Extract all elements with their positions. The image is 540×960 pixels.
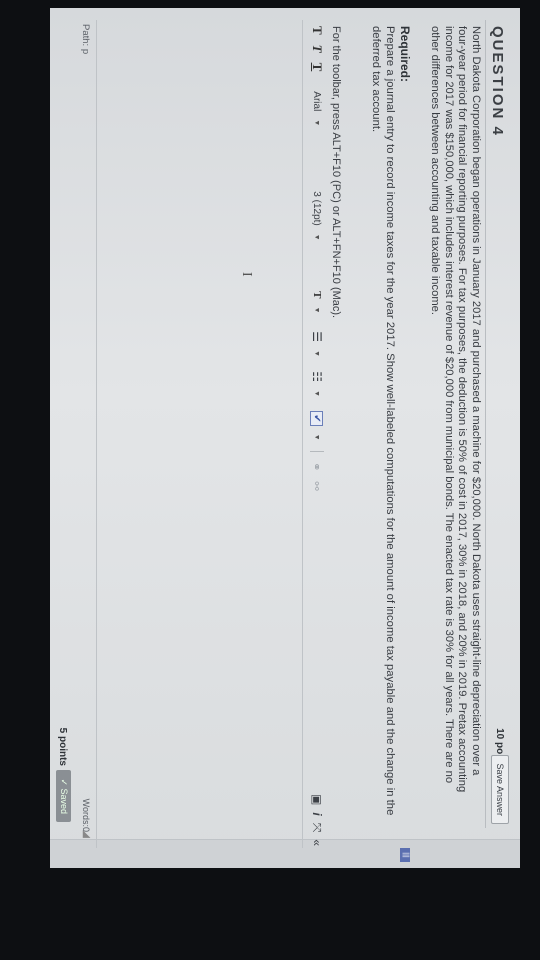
ordered-list-select[interactable]: ☷ ▼ [310, 371, 324, 401]
header-divider [485, 20, 486, 828]
bold-icon[interactable]: T [309, 26, 325, 35]
chevron-down-icon: ▼ [313, 433, 321, 441]
question-title: QUESTION 4 [489, 26, 506, 137]
required-text: Prepare a journal entry to record income… [370, 26, 397, 816]
unordered-list-select[interactable]: ☰ ▼ [310, 331, 324, 361]
next-question-points: 5 points [57, 727, 68, 766]
toolbar-hint: For the toolbar, press ALT+F10 (PC) or A… [330, 26, 342, 319]
saved-status-badge: ✓ Saved [56, 770, 71, 822]
preview-icon[interactable]: ▣ [310, 794, 324, 805]
chevron-down-icon: ▼ [313, 233, 321, 241]
link-icon[interactable]: ⚭ [311, 462, 324, 471]
toolbar-divider [310, 451, 324, 453]
text-color-icon: T [311, 291, 323, 299]
unordered-list-icon: ☰ [310, 331, 324, 343]
chevron-down-icon: ▼ [313, 119, 321, 127]
word-count: Words:0 [81, 798, 91, 832]
editor-path: Path: p [80, 24, 91, 55]
answer-editor[interactable]: I [96, 20, 303, 848]
unlink-icon[interactable]: ⚯ [311, 482, 324, 491]
text-color-select[interactable]: T ▼ [311, 291, 323, 321]
info-icon[interactable]: i [310, 812, 324, 815]
underline-icon[interactable]: T [309, 63, 325, 72]
toolbar-right-group: ▣ i ⤧ « [310, 794, 325, 846]
font-family-select[interactable]: Arial ▼ [312, 91, 323, 181]
spellcheck-icon: ✔ [310, 411, 324, 426]
chevron-down-icon: ▼ [313, 306, 321, 314]
ordered-list-icon: ☷ [310, 371, 324, 383]
italic-icon[interactable]: T [309, 45, 325, 53]
save-answer-button[interactable]: Save Answer [491, 755, 509, 824]
chevron-down-icon: ▼ [313, 350, 321, 357]
fullscreen-icon[interactable]: ⤧ [310, 823, 325, 833]
question-text: North Dakota Corporation began operation… [429, 26, 483, 793]
resize-icon[interactable]: ◢ [81, 830, 92, 838]
spellcheck-select[interactable]: ✔ ▼ [310, 411, 324, 441]
editor-toolbar: T T T Arial ▼ 3 (12pt) ▼ T ▼ ☰ ▼ ☷ ▼ ✔ ▼… [307, 26, 327, 846]
font-size-select[interactable]: 3 (12pt) ▼ [312, 191, 323, 281]
chevron-down-icon: ▼ [313, 390, 321, 397]
question-screen: ||| QUESTION 4 10 points Save Answer Nor… [50, 8, 520, 868]
font-family-value: Arial [311, 91, 323, 112]
font-size-value: 3 (12pt) [311, 191, 323, 226]
scroll-thumb[interactable]: ||| [400, 848, 410, 862]
required-label: Required: [398, 26, 412, 83]
collapse-icon[interactable]: « [310, 839, 324, 846]
text-cursor-icon: I [239, 272, 254, 277]
